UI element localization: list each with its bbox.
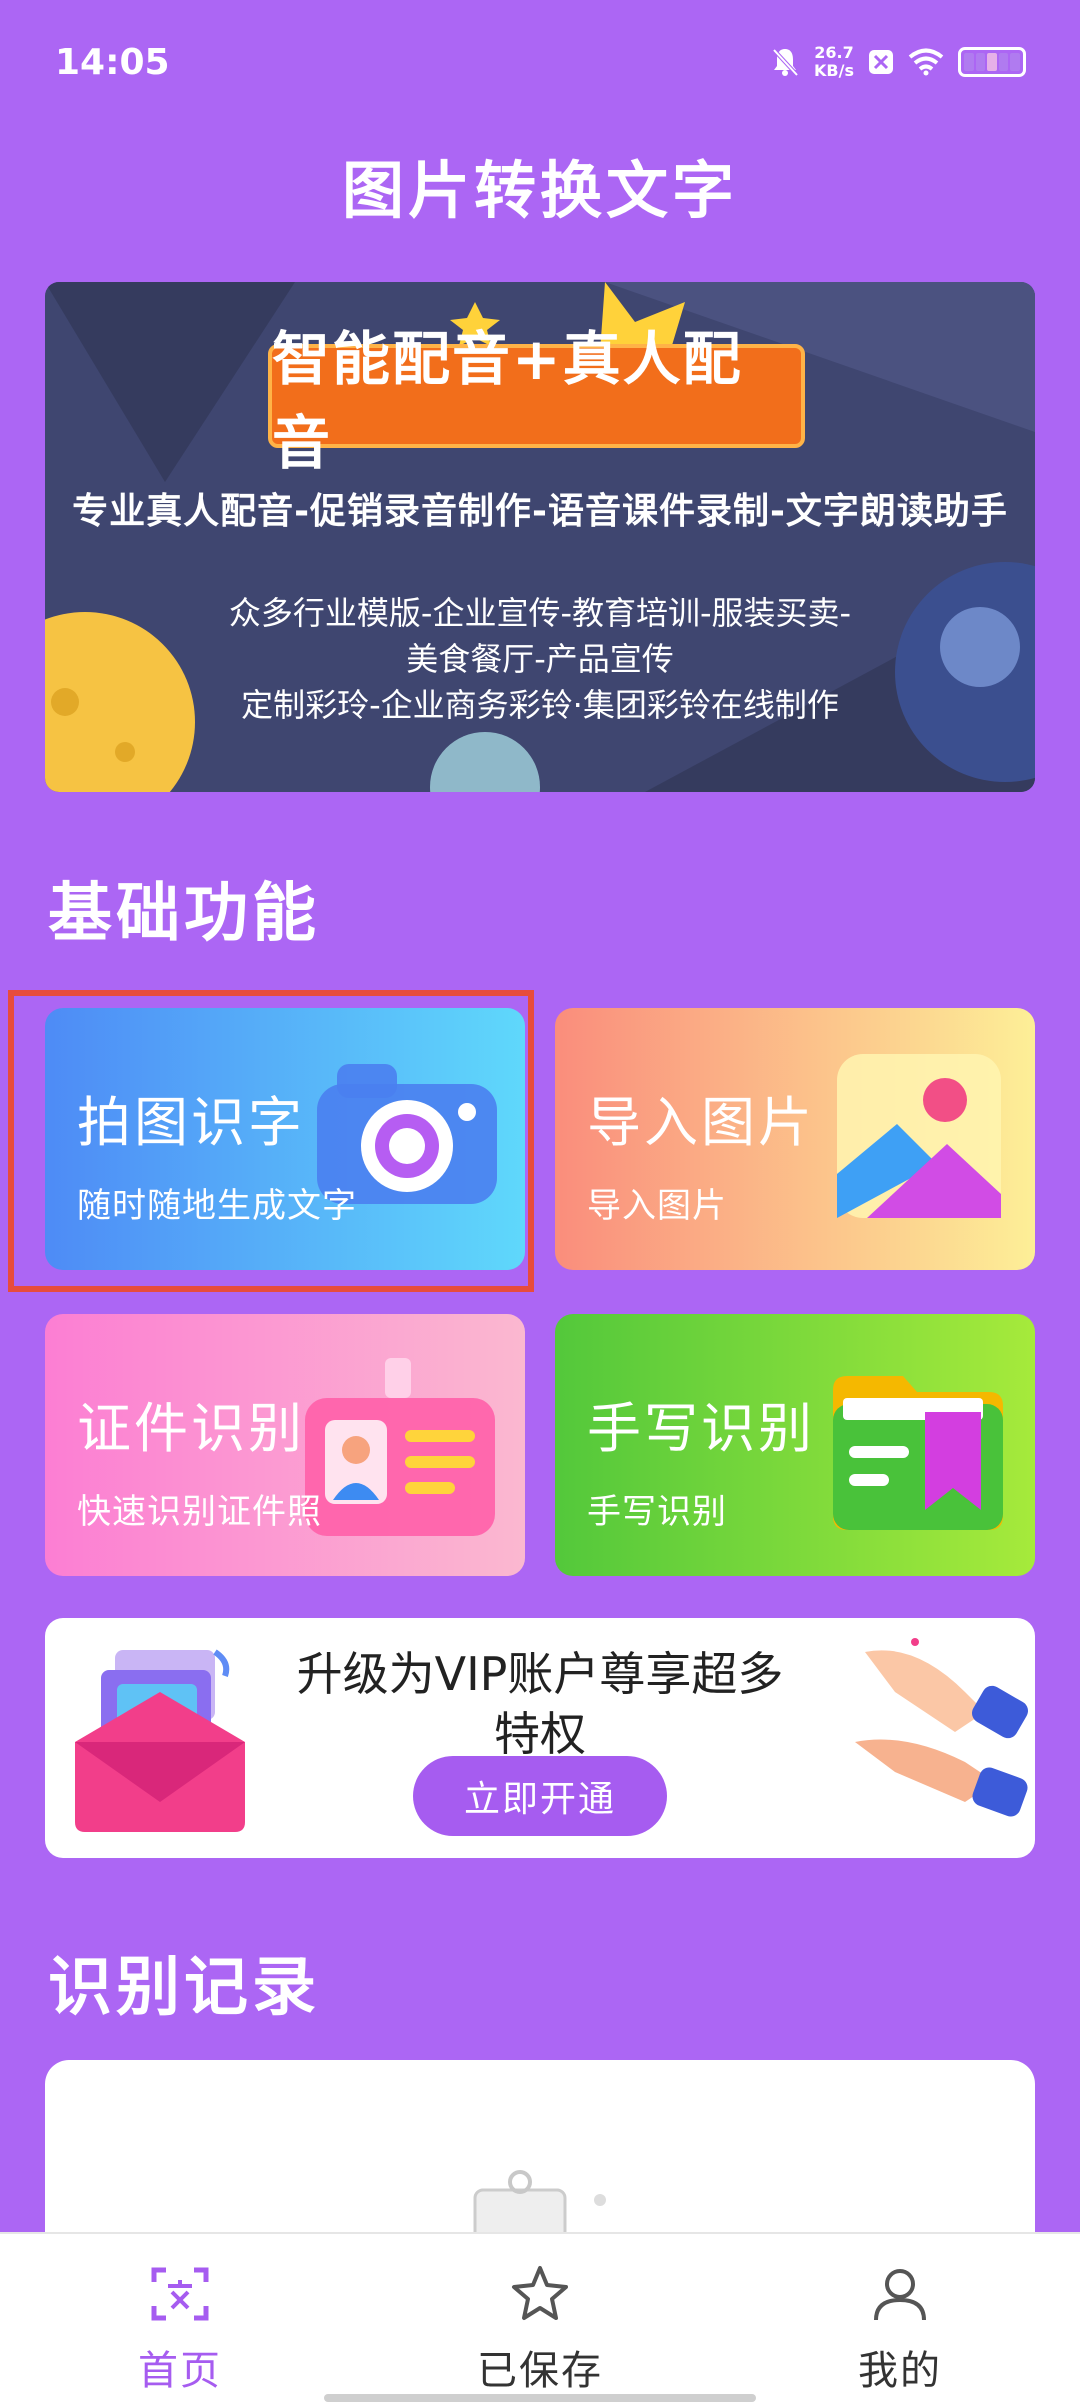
nav-label: 我的	[858, 2348, 942, 2394]
nav-profile[interactable]: 我的	[780, 2234, 1020, 2408]
network-speed: 26.7 KB/s	[814, 44, 854, 80]
status-bar: 14:05 26.7 KB/s	[0, 0, 1080, 120]
home-screen: 14:05 26.7 KB/s 图片转换文字 智能配音+真人配音 专业真人配音-…	[0, 0, 1080, 2408]
activate-vip-button[interactable]: 立即开通	[413, 1756, 667, 1836]
import-image-card[interactable]: 导入图片 导入图片	[555, 1008, 1035, 1270]
network-speed-unit: KB/s	[814, 61, 854, 80]
banner-line: 众多行业模版-企业宣传-教育培训-服装买卖-	[228, 594, 852, 632]
vip-promo-text: 升级为VIP账户尊享超多特权	[296, 1647, 784, 1761]
folder-bookmark-icon	[833, 1376, 1003, 1530]
nav-saved[interactable]: 已保存	[420, 2234, 660, 2408]
card-title: 手写识别	[587, 1397, 815, 1460]
vip-upgrade-banner[interactable]: 升级为VIP账户尊享超多特权 立即开通	[45, 1618, 1035, 1858]
nav-home[interactable]: 首页	[60, 2234, 300, 2408]
text-scan-icon	[151, 2267, 209, 2321]
card-subtitle: 手写识别	[587, 1492, 727, 1532]
app-title: 图片转换文字	[341, 154, 738, 227]
nav-label: 已保存	[477, 2348, 603, 2394]
battery-icon	[958, 47, 1026, 77]
promo-banner[interactable]: 智能配音+真人配音 专业真人配音-促销录音制作-语音课件录制-文字朗读助手 众多…	[45, 282, 1035, 792]
status-time: 14:05	[55, 42, 170, 83]
banner-line: 美食餐厅-产品宣传	[406, 640, 674, 678]
image-icon	[837, 1054, 1001, 1218]
highlight-box	[8, 990, 534, 1292]
section-title-basic: 基础功能	[48, 877, 320, 951]
user-icon	[874, 2269, 926, 2321]
card-subtitle: 导入图片	[587, 1186, 727, 1226]
banner-line: 定制彩玲-企业商务彩铃·集团彩铃在线制作	[241, 686, 839, 724]
network-speed-value: 26.7	[814, 43, 854, 62]
section-title-records: 识别记录	[48, 1951, 320, 2025]
card-title: 证件识别	[77, 1397, 305, 1460]
wifi-icon	[908, 48, 944, 76]
banner-headline: 智能配音+真人配音	[268, 325, 805, 477]
nav-label: 首页	[138, 2348, 222, 2394]
star-icon	[512, 2266, 568, 2320]
banner-line: 专业真人配音-促销录音制作-语音课件录制-文字朗读助手	[72, 491, 1008, 532]
clapping-hands-icon	[855, 1638, 1028, 1817]
handwriting-card[interactable]: 手写识别 手写识别	[555, 1314, 1035, 1576]
app-notification-icon	[869, 50, 893, 74]
status-icons: 26.7 KB/s	[770, 42, 1026, 82]
envelope-photo-icon	[75, 1649, 245, 1832]
card-subtitle: 快速识别证件照	[77, 1492, 322, 1532]
mute-bell-icon	[772, 48, 799, 77]
bottom-navigation: 首页 已保存 我的	[0, 2232, 1080, 2408]
id-card-icon	[305, 1358, 495, 1536]
id-recognition-card[interactable]: 证件识别 快速识别证件照	[45, 1314, 525, 1576]
card-title: 导入图片	[587, 1091, 815, 1154]
home-indicator[interactable]	[324, 2394, 756, 2402]
